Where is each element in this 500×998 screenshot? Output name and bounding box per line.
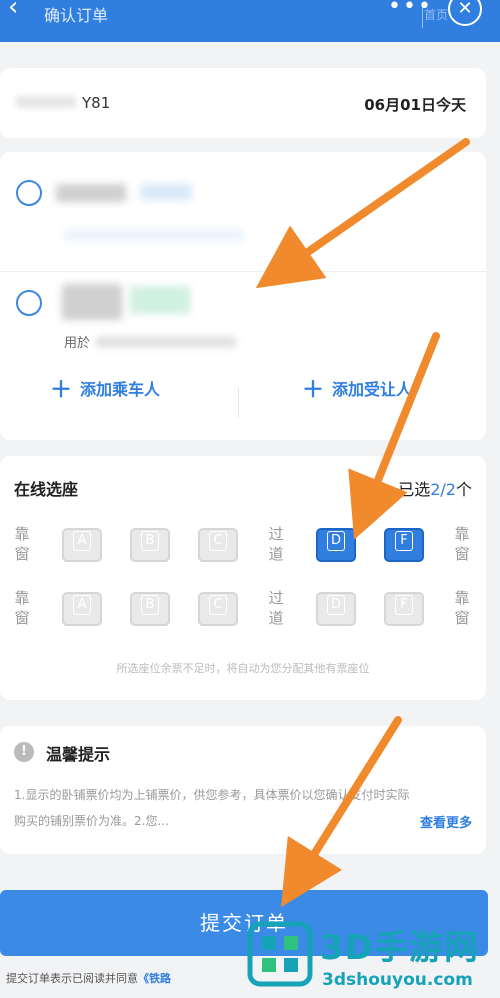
arrow-to-submit [281, 716, 402, 908]
watermark-url: 3dshouyou.com [322, 970, 473, 990]
watermark-logo-icon [247, 921, 313, 987]
watermark-name: 3D手游网 [320, 928, 479, 968]
arrow-to-seat [348, 332, 440, 540]
watermark: 3D手游网 3dshouyou.com [246, 920, 500, 998]
arrow-to-passenger [255, 138, 470, 289]
annotation-arrows [255, 138, 470, 908]
